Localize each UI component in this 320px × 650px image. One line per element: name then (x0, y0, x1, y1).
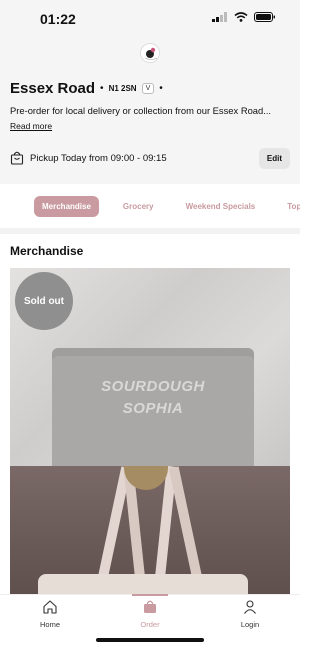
nav-login-label: Login (240, 620, 260, 629)
status-bar: 01:22 (0, 0, 300, 40)
tab-toppings[interactable]: Toppe (279, 196, 300, 217)
product-card[interactable] (10, 466, 290, 594)
status-time: 01:22 (40, 11, 76, 27)
tab-grocery[interactable]: Grocery (115, 196, 162, 217)
read-more-link[interactable]: Read more (10, 121, 52, 131)
vegetarian-badge: V (141, 83, 155, 94)
section-title: Merchandise (10, 244, 84, 258)
pickup-row: Pickup Today from 09:00 - 09:15 Edit (10, 146, 290, 170)
category-bar: Merchandise Grocery Weekend Specials Top… (0, 184, 300, 228)
pickup-time: Pickup Today from 09:00 - 09:15 (30, 152, 167, 164)
separator-dot: • (100, 83, 104, 94)
store-description: Pre-order for local delivery or collecti… (10, 105, 272, 116)
home-indicator (96, 638, 204, 642)
bag-icon (144, 600, 156, 613)
signal-icon (212, 12, 227, 22)
wifi-icon (234, 12, 248, 22)
divider (0, 228, 300, 234)
battery-icon (254, 12, 275, 22)
nav-home-label: Home (39, 620, 60, 629)
edit-pickup-button[interactable]: Edit (258, 147, 290, 169)
tab-merchandise[interactable]: Merchandise (34, 195, 99, 217)
sold-out-badge: Sold out (15, 272, 73, 330)
product-card[interactable]: SOURDOUGH SOPHIA Sold out (10, 268, 290, 466)
status-icons (212, 12, 276, 22)
tab-weekend-specials[interactable]: Weekend Specials (178, 196, 264, 217)
tote-bag-image (38, 574, 248, 594)
user-icon (244, 600, 256, 614)
store-postcode: N1 2SN (108, 84, 137, 93)
separator-dot: • (159, 83, 163, 94)
shopping-bag-icon (10, 151, 24, 165)
active-indicator (132, 594, 168, 596)
store-name: Essex Road (10, 80, 96, 97)
bag-print-line2: SOPHIA (122, 400, 184, 417)
brand-logo (140, 43, 160, 63)
nav-login[interactable]: Login (200, 595, 300, 650)
nav-home[interactable]: Home (0, 595, 100, 650)
nav-order-label: Order (140, 620, 160, 629)
tote-bag-image: SOURDOUGH SOPHIA (52, 348, 254, 466)
store-title-row: Essex Road • N1 2SN V • (10, 80, 290, 97)
home-icon (43, 600, 57, 614)
store-header: Essex Road • N1 2SN V • Pre-order for lo… (0, 66, 300, 184)
bag-print-line1: SOURDOUGH (101, 378, 205, 395)
logo-row (0, 40, 300, 66)
